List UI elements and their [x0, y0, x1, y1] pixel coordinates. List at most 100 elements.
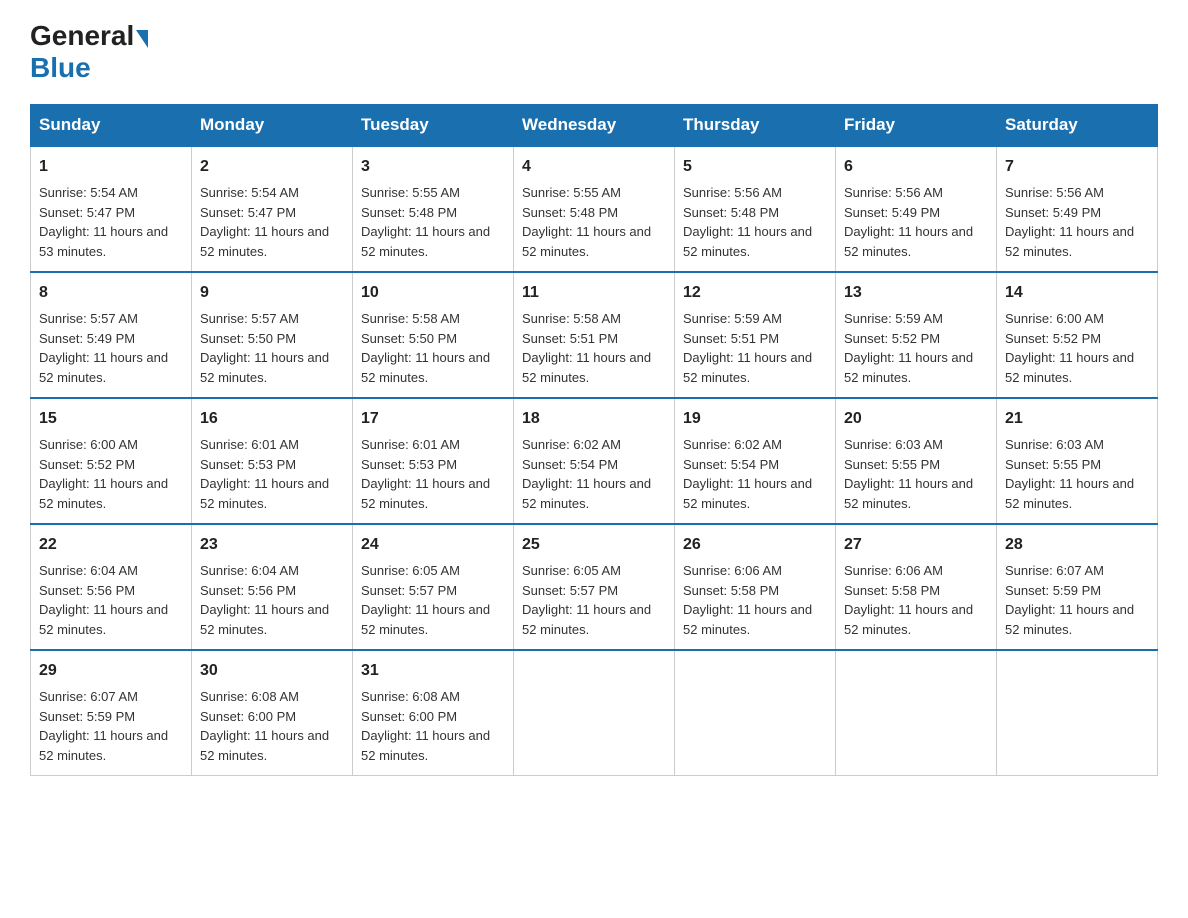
- calendar-day-cell: 31 Sunrise: 6:08 AM Sunset: 6:00 PM Dayl…: [353, 650, 514, 776]
- calendar-day-cell: 14 Sunrise: 6:00 AM Sunset: 5:52 PM Dayl…: [997, 272, 1158, 398]
- day-number: 11: [522, 281, 666, 305]
- day-info: Sunrise: 5:54 AM Sunset: 5:47 PM Dayligh…: [39, 183, 183, 261]
- page-header: General Blue: [30, 20, 1158, 84]
- calendar-day-cell: 24 Sunrise: 6:05 AM Sunset: 5:57 PM Dayl…: [353, 524, 514, 650]
- calendar-day-cell: 4 Sunrise: 5:55 AM Sunset: 5:48 PM Dayli…: [514, 146, 675, 272]
- calendar-day-cell: 17 Sunrise: 6:01 AM Sunset: 5:53 PM Dayl…: [353, 398, 514, 524]
- day-info: Sunrise: 6:00 AM Sunset: 5:52 PM Dayligh…: [39, 435, 183, 513]
- day-number: 22: [39, 533, 183, 557]
- calendar-header: SundayMondayTuesdayWednesdayThursdayFrid…: [31, 105, 1158, 147]
- calendar-week-row: 15 Sunrise: 6:00 AM Sunset: 5:52 PM Dayl…: [31, 398, 1158, 524]
- day-info: Sunrise: 5:56 AM Sunset: 5:49 PM Dayligh…: [1005, 183, 1149, 261]
- day-number: 29: [39, 659, 183, 683]
- day-info: Sunrise: 6:07 AM Sunset: 5:59 PM Dayligh…: [1005, 561, 1149, 639]
- calendar-day-cell: 28 Sunrise: 6:07 AM Sunset: 5:59 PM Dayl…: [997, 524, 1158, 650]
- day-number: 21: [1005, 407, 1149, 431]
- day-of-week-header: Tuesday: [353, 105, 514, 147]
- calendar-day-cell: [675, 650, 836, 776]
- calendar-day-cell: 8 Sunrise: 5:57 AM Sunset: 5:49 PM Dayli…: [31, 272, 192, 398]
- calendar-day-cell: 25 Sunrise: 6:05 AM Sunset: 5:57 PM Dayl…: [514, 524, 675, 650]
- day-info: Sunrise: 5:58 AM Sunset: 5:51 PM Dayligh…: [522, 309, 666, 387]
- day-number: 28: [1005, 533, 1149, 557]
- day-of-week-header: Friday: [836, 105, 997, 147]
- day-number: 20: [844, 407, 988, 431]
- day-number: 16: [200, 407, 344, 431]
- day-info: Sunrise: 5:55 AM Sunset: 5:48 PM Dayligh…: [522, 183, 666, 261]
- day-info: Sunrise: 6:06 AM Sunset: 5:58 PM Dayligh…: [844, 561, 988, 639]
- day-number: 3: [361, 155, 505, 179]
- calendar-week-row: 1 Sunrise: 5:54 AM Sunset: 5:47 PM Dayli…: [31, 146, 1158, 272]
- calendar-table: SundayMondayTuesdayWednesdayThursdayFrid…: [30, 104, 1158, 776]
- day-number: 19: [683, 407, 827, 431]
- calendar-day-cell: 22 Sunrise: 6:04 AM Sunset: 5:56 PM Dayl…: [31, 524, 192, 650]
- day-number: 24: [361, 533, 505, 557]
- calendar-day-cell: [997, 650, 1158, 776]
- day-info: Sunrise: 6:01 AM Sunset: 5:53 PM Dayligh…: [361, 435, 505, 513]
- day-number: 23: [200, 533, 344, 557]
- day-info: Sunrise: 6:06 AM Sunset: 5:58 PM Dayligh…: [683, 561, 827, 639]
- day-of-week-header: Monday: [192, 105, 353, 147]
- day-info: Sunrise: 5:59 AM Sunset: 5:52 PM Dayligh…: [844, 309, 988, 387]
- calendar-day-cell: 12 Sunrise: 5:59 AM Sunset: 5:51 PM Dayl…: [675, 272, 836, 398]
- logo-blue-text: Blue: [30, 52, 91, 84]
- calendar-body: 1 Sunrise: 5:54 AM Sunset: 5:47 PM Dayli…: [31, 146, 1158, 776]
- calendar-day-cell: 9 Sunrise: 5:57 AM Sunset: 5:50 PM Dayli…: [192, 272, 353, 398]
- logo-general-text: General: [30, 20, 134, 52]
- day-info: Sunrise: 5:58 AM Sunset: 5:50 PM Dayligh…: [361, 309, 505, 387]
- calendar-day-cell: 6 Sunrise: 5:56 AM Sunset: 5:49 PM Dayli…: [836, 146, 997, 272]
- day-number: 26: [683, 533, 827, 557]
- day-number: 1: [39, 155, 183, 179]
- day-info: Sunrise: 6:05 AM Sunset: 5:57 PM Dayligh…: [361, 561, 505, 639]
- calendar-day-cell: [836, 650, 997, 776]
- day-info: Sunrise: 5:56 AM Sunset: 5:48 PM Dayligh…: [683, 183, 827, 261]
- day-number: 27: [844, 533, 988, 557]
- calendar-day-cell: 26 Sunrise: 6:06 AM Sunset: 5:58 PM Dayl…: [675, 524, 836, 650]
- calendar-day-cell: 29 Sunrise: 6:07 AM Sunset: 5:59 PM Dayl…: [31, 650, 192, 776]
- day-number: 7: [1005, 155, 1149, 179]
- day-info: Sunrise: 5:56 AM Sunset: 5:49 PM Dayligh…: [844, 183, 988, 261]
- day-number: 5: [683, 155, 827, 179]
- day-number: 17: [361, 407, 505, 431]
- calendar-day-cell: 20 Sunrise: 6:03 AM Sunset: 5:55 PM Dayl…: [836, 398, 997, 524]
- calendar-day-cell: 15 Sunrise: 6:00 AM Sunset: 5:52 PM Dayl…: [31, 398, 192, 524]
- calendar-day-cell: 13 Sunrise: 5:59 AM Sunset: 5:52 PM Dayl…: [836, 272, 997, 398]
- day-of-week-header: Wednesday: [514, 105, 675, 147]
- calendar-week-row: 29 Sunrise: 6:07 AM Sunset: 5:59 PM Dayl…: [31, 650, 1158, 776]
- day-of-week-header: Sunday: [31, 105, 192, 147]
- day-info: Sunrise: 6:03 AM Sunset: 5:55 PM Dayligh…: [844, 435, 988, 513]
- day-info: Sunrise: 5:57 AM Sunset: 5:49 PM Dayligh…: [39, 309, 183, 387]
- calendar-day-cell: 16 Sunrise: 6:01 AM Sunset: 5:53 PM Dayl…: [192, 398, 353, 524]
- day-info: Sunrise: 6:04 AM Sunset: 5:56 PM Dayligh…: [200, 561, 344, 639]
- day-info: Sunrise: 6:07 AM Sunset: 5:59 PM Dayligh…: [39, 687, 183, 765]
- day-info: Sunrise: 5:57 AM Sunset: 5:50 PM Dayligh…: [200, 309, 344, 387]
- day-number: 6: [844, 155, 988, 179]
- day-info: Sunrise: 6:08 AM Sunset: 6:00 PM Dayligh…: [361, 687, 505, 765]
- day-of-week-header: Saturday: [997, 105, 1158, 147]
- day-info: Sunrise: 6:04 AM Sunset: 5:56 PM Dayligh…: [39, 561, 183, 639]
- calendar-day-cell: 30 Sunrise: 6:08 AM Sunset: 6:00 PM Dayl…: [192, 650, 353, 776]
- logo-arrow-icon: [136, 30, 148, 48]
- calendar-day-cell: 23 Sunrise: 6:04 AM Sunset: 5:56 PM Dayl…: [192, 524, 353, 650]
- day-info: Sunrise: 5:55 AM Sunset: 5:48 PM Dayligh…: [361, 183, 505, 261]
- calendar-day-cell: 1 Sunrise: 5:54 AM Sunset: 5:47 PM Dayli…: [31, 146, 192, 272]
- day-number: 18: [522, 407, 666, 431]
- logo: General Blue: [30, 20, 150, 84]
- day-info: Sunrise: 6:02 AM Sunset: 5:54 PM Dayligh…: [522, 435, 666, 513]
- day-number: 14: [1005, 281, 1149, 305]
- calendar-day-cell: 19 Sunrise: 6:02 AM Sunset: 5:54 PM Dayl…: [675, 398, 836, 524]
- day-number: 15: [39, 407, 183, 431]
- day-number: 25: [522, 533, 666, 557]
- day-info: Sunrise: 6:01 AM Sunset: 5:53 PM Dayligh…: [200, 435, 344, 513]
- day-number: 4: [522, 155, 666, 179]
- calendar-day-cell: 7 Sunrise: 5:56 AM Sunset: 5:49 PM Dayli…: [997, 146, 1158, 272]
- calendar-day-cell: [514, 650, 675, 776]
- day-info: Sunrise: 5:54 AM Sunset: 5:47 PM Dayligh…: [200, 183, 344, 261]
- day-number: 10: [361, 281, 505, 305]
- day-number: 2: [200, 155, 344, 179]
- day-number: 12: [683, 281, 827, 305]
- calendar-day-cell: 5 Sunrise: 5:56 AM Sunset: 5:48 PM Dayli…: [675, 146, 836, 272]
- calendar-day-cell: 11 Sunrise: 5:58 AM Sunset: 5:51 PM Dayl…: [514, 272, 675, 398]
- day-number: 13: [844, 281, 988, 305]
- day-info: Sunrise: 5:59 AM Sunset: 5:51 PM Dayligh…: [683, 309, 827, 387]
- calendar-day-cell: 18 Sunrise: 6:02 AM Sunset: 5:54 PM Dayl…: [514, 398, 675, 524]
